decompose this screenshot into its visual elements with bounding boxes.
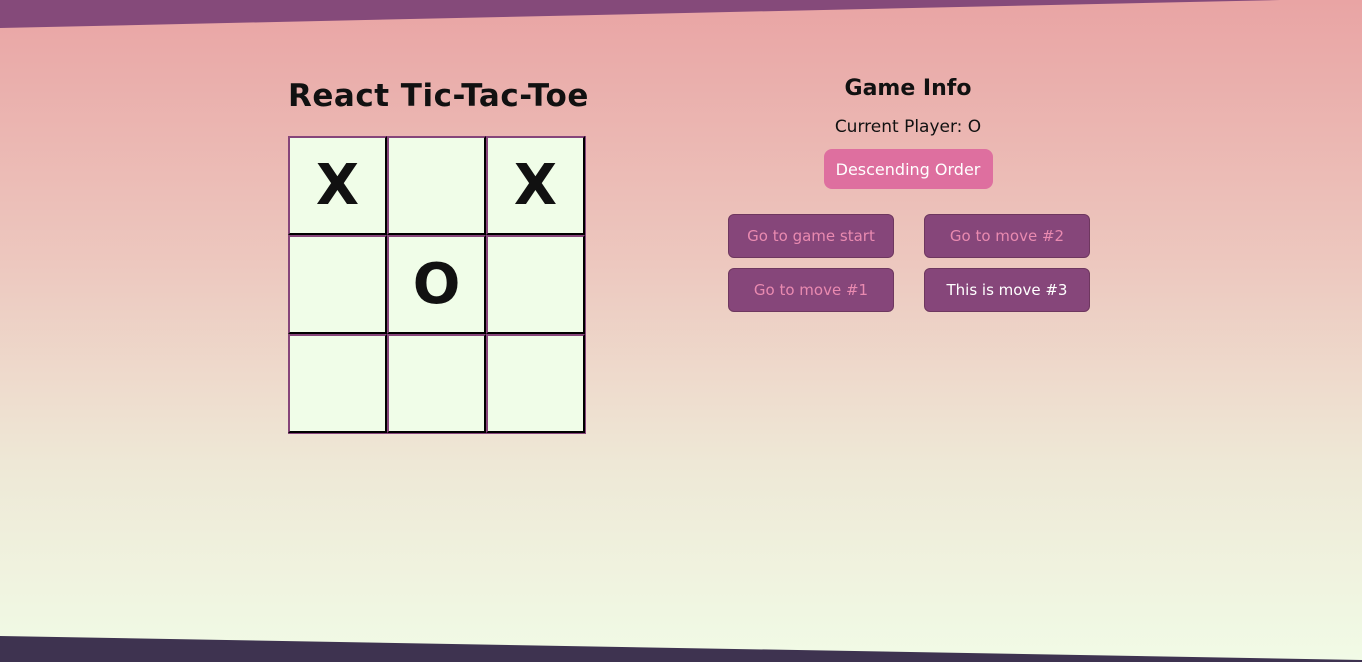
move-history-item: This is move #3 bbox=[924, 268, 1090, 312]
move-history-list: Go to game start Go to move #1 Go to mov… bbox=[728, 214, 1090, 312]
board-square-5[interactable]: O bbox=[387, 235, 486, 334]
current-move-button[interactable]: This is move #3 bbox=[924, 268, 1090, 312]
game-info-heading: Game Info bbox=[844, 76, 972, 101]
board-square-2[interactable] bbox=[387, 136, 486, 235]
board-square-6[interactable] bbox=[486, 235, 585, 334]
board-square-4[interactable] bbox=[288, 235, 387, 334]
board-square-1[interactable]: X bbox=[288, 136, 387, 235]
move-history-item: Go to move #1 bbox=[728, 268, 894, 312]
move-history-item: Go to move #2 bbox=[924, 214, 1090, 258]
bottom-decorative-band bbox=[0, 636, 1362, 662]
board-square-9[interactable] bbox=[486, 334, 585, 433]
page-title: React Tic-Tac-Toe bbox=[288, 78, 589, 114]
board-square-7[interactable] bbox=[288, 334, 387, 433]
game-info-panel: Game Info Current Player: O Descending O… bbox=[720, 76, 1096, 189]
go-to-move-2-button[interactable]: Go to move #2 bbox=[924, 214, 1090, 258]
top-decorative-band bbox=[0, 0, 1362, 28]
go-to-game-start-button[interactable]: Go to game start bbox=[728, 214, 894, 258]
move-history-item: Go to game start bbox=[728, 214, 894, 258]
current-player-status: Current Player: O bbox=[834, 117, 982, 137]
go-to-move-1-button[interactable]: Go to move #1 bbox=[728, 268, 894, 312]
sort-order-button[interactable]: Descending Order bbox=[823, 149, 993, 189]
board-square-8[interactable] bbox=[387, 334, 486, 433]
board-square-3[interactable]: X bbox=[486, 136, 585, 235]
order-toggle-wrapper: Descending Order bbox=[720, 149, 1096, 189]
game-board: X X O bbox=[288, 136, 586, 434]
